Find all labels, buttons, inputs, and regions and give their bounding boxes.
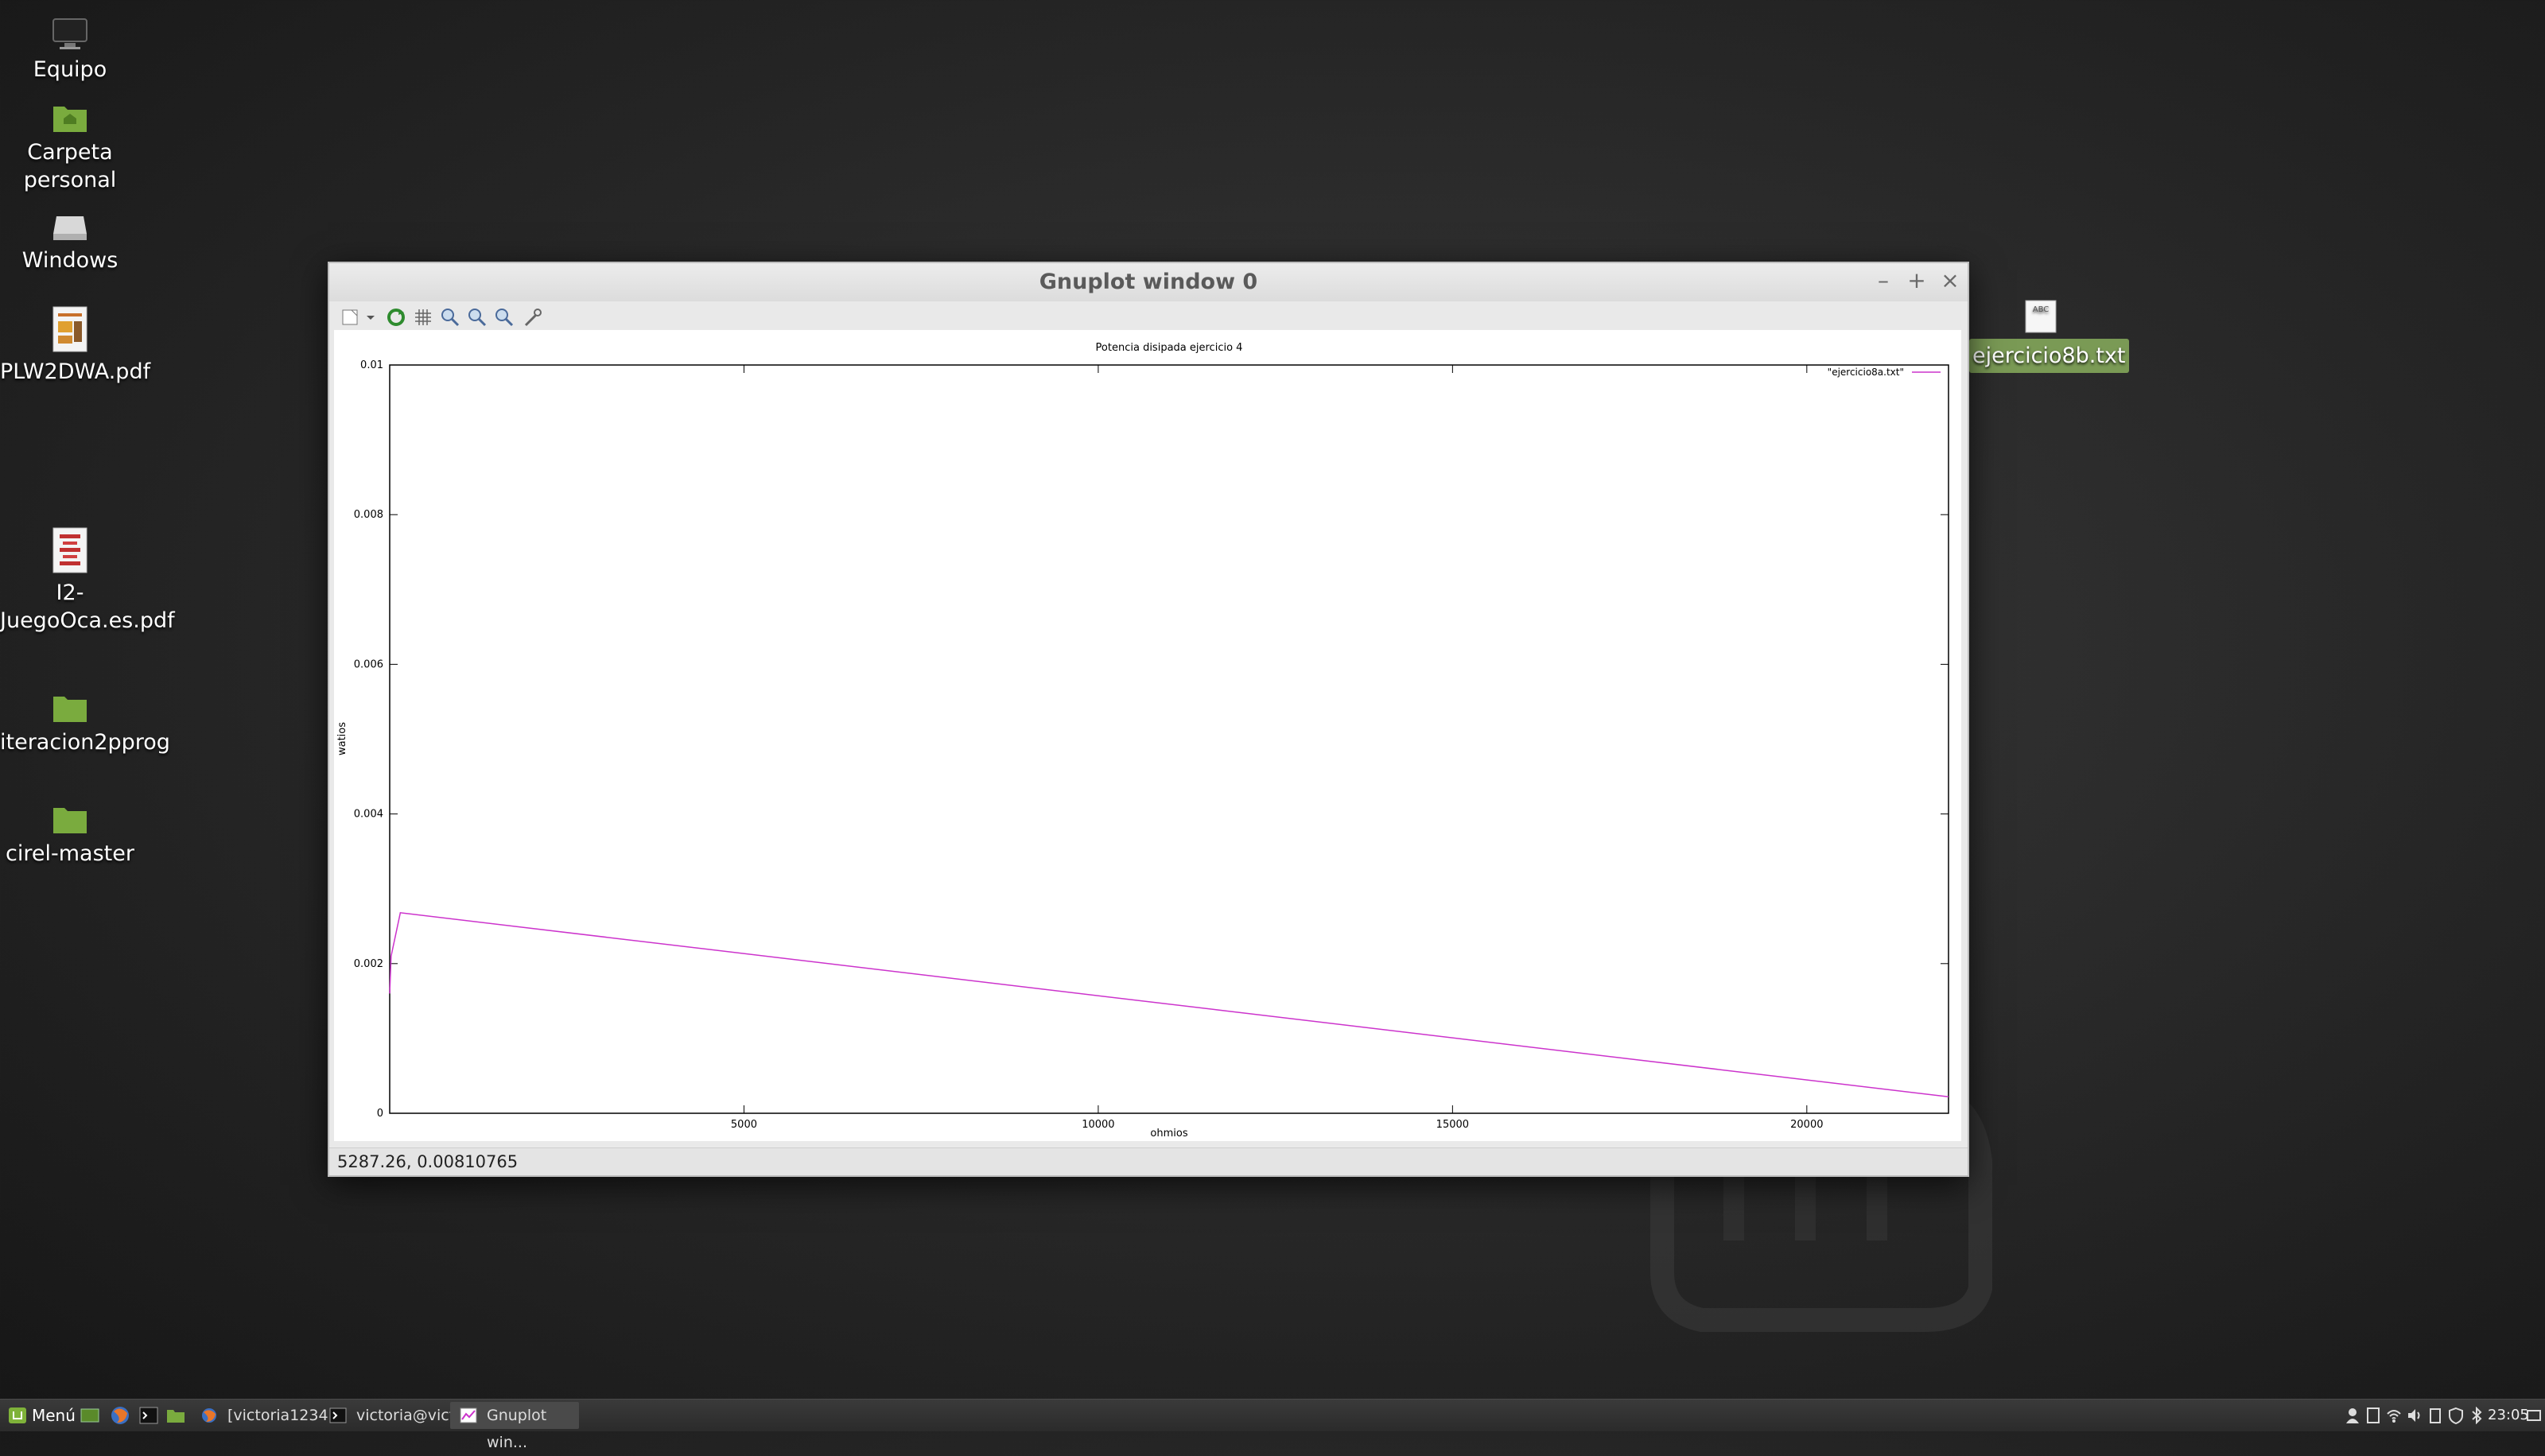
y-tick-label: 0.01 <box>360 359 383 371</box>
mint-menu-icon <box>9 1407 26 1423</box>
terminal-icon <box>329 1407 347 1423</box>
x-tick-label: 5000 <box>731 1119 757 1131</box>
task-terminal[interactable]: victoria@vict... <box>320 1402 469 1429</box>
gnuplot-toolbar <box>329 301 1968 330</box>
chart-title: Potencia disipada ejercicio 4 <box>1096 342 1243 354</box>
desktop-icon-carpeta-personal[interactable]: Carpeta personal <box>0 102 140 194</box>
chart: Potencia disipada ejercicio 4 ohmios wat… <box>336 342 1949 1140</box>
gnuplot-window: Gnuplot window 0 – + × Potencia disipada… <box>328 262 1969 1177</box>
folder-icon <box>53 697 87 722</box>
taskbar: Menú [victoria1234... victoria@vict... G… <box>0 1399 2545 1451</box>
desktop-icon-label: Equipo <box>33 57 107 82</box>
desktop-icon-label: Windows <box>21 248 119 273</box>
terminal-launcher-icon[interactable] <box>138 1405 159 1426</box>
shield-icon[interactable] <box>2448 1407 2464 1424</box>
y-tick-label: 0.002 <box>354 958 383 970</box>
wifi-icon[interactable] <box>2386 1407 2402 1424</box>
grid-icon[interactable] <box>412 306 434 328</box>
volume-icon[interactable] <box>2407 1407 2423 1424</box>
desktop-icon-label: PLW2DWA.pdf <box>0 359 151 384</box>
window-titlebar[interactable]: Gnuplot window 0 – + × <box>329 263 1968 302</box>
pdf-file-icon <box>52 306 87 352</box>
firefox-icon <box>202 1408 216 1423</box>
text-file-icon-label: ABC <box>2033 305 2050 314</box>
menu-button[interactable]: Menú <box>5 1403 76 1428</box>
bluetooth-icon[interactable] <box>2469 1407 2485 1424</box>
desktop-icon-label: iteracion2pprog <box>0 730 170 755</box>
maximize-button[interactable]: + <box>1904 268 1929 293</box>
x-tick-label: 10000 <box>1082 1119 1114 1131</box>
desktop-icon-juegooca-pdf[interactable]: I2-JuegoOca.es.pdf <box>0 526 175 635</box>
user-icon[interactable] <box>2345 1407 2360 1424</box>
show-desktop-corner-icon[interactable] <box>2526 1407 2542 1424</box>
zoom-back-icon[interactable] <box>439 306 461 328</box>
desktop-icon-label: I2-JuegoOca.es.pdf <box>0 580 175 633</box>
plot-area[interactable]: Potencia disipada ejercicio 4 ohmios wat… <box>334 330 1961 1141</box>
y-tick-label: 0.004 <box>354 809 383 821</box>
gnuplot-icon <box>460 1407 477 1423</box>
desktop-icon-equipo[interactable]: Equipo <box>0 17 140 83</box>
plot-frame <box>389 364 1949 1114</box>
desktop-icon-label: Carpeta personal <box>23 140 117 192</box>
legend-label: "ejercicio8a.txt" <box>1828 367 1904 378</box>
task-gnuplot[interactable]: Gnuplot win... <box>450 1402 579 1451</box>
task-label: Gnuplot win... <box>487 1407 547 1451</box>
zoom-forward-icon[interactable] <box>466 306 488 328</box>
home-folder-icon <box>53 107 87 132</box>
desktop-icon-iteracion2pprog[interactable]: iteracion2pprog <box>0 692 170 756</box>
replot-icon[interactable] <box>385 306 407 328</box>
legend: "ejercicio8a.txt" <box>1828 367 1941 378</box>
task-firefox[interactable]: [victoria1234... <box>191 1402 343 1429</box>
desktop-icon-plw2dwa-pdf[interactable]: PLW2DWA.pdf <box>0 305 150 386</box>
series-line <box>389 911 1949 1098</box>
desktop-icon-windows[interactable]: Windows <box>0 213 140 274</box>
y-tick-label: 0.006 <box>354 658 383 670</box>
firefox-launcher-icon[interactable] <box>110 1405 130 1426</box>
status-bar: 5287.26, 0.00810765 <box>329 1147 1968 1175</box>
close-button[interactable]: × <box>1937 268 1963 293</box>
clipboard-icon[interactable] <box>2427 1407 2443 1424</box>
window-title: Gnuplot window 0 <box>1039 270 1258 294</box>
drive-icon <box>53 216 87 240</box>
export-icon[interactable] <box>340 306 363 328</box>
notes-icon[interactable] <box>2365 1407 2381 1424</box>
y-tick-label: 0 <box>377 1108 383 1120</box>
folder-icon <box>53 808 87 833</box>
x-tick-label: 15000 <box>1436 1119 1469 1131</box>
files-launcher-icon[interactable] <box>165 1405 186 1426</box>
desktop-icon-label: cirel-master <box>6 841 134 866</box>
config-icon[interactable] <box>522 306 544 328</box>
minimize-button[interactable]: – <box>1871 268 1896 293</box>
text-file-icon: ABC <box>2025 300 2057 333</box>
pdf-file-icon <box>52 527 87 573</box>
autoscale-icon[interactable] <box>493 306 515 328</box>
x-axis-label: ohmios <box>1150 1128 1187 1140</box>
clock[interactable]: 23:05 <box>2488 1400 2529 1431</box>
chevron-down-icon[interactable] <box>364 306 377 328</box>
y-tick-label: 0.008 <box>354 509 383 521</box>
x-tick-label: 20000 <box>1790 1119 1823 1131</box>
computer-icon <box>52 18 87 49</box>
desktop-icon-ejercicio8b-txt[interactable]: ABC ejercicio8b.txt <box>1969 299 2129 373</box>
show-desktop-icon[interactable] <box>80 1405 100 1426</box>
desktop-icon-label: ejercicio8b.txt <box>1969 339 2129 373</box>
y-axis-label: watios <box>336 722 348 755</box>
menu-label: Menú <box>32 1406 76 1425</box>
desktop-icon-cirel-master[interactable]: cirel-master <box>0 803 140 868</box>
